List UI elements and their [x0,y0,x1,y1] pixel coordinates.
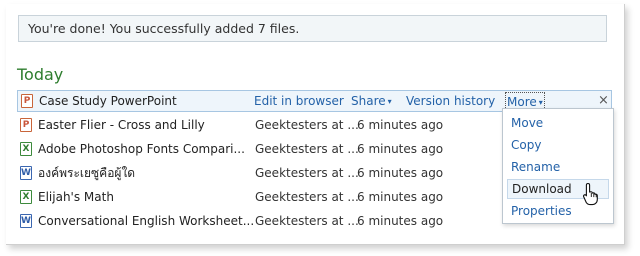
file-name[interactable]: Adobe Photoshop Fonts Compari... [38,138,245,160]
share-label: Share [351,94,386,108]
file-modified-time: 6 minutes ago [357,166,444,180]
excel-file-icon: X [20,142,32,156]
version-history-link[interactable]: Version history [406,91,495,111]
chevron-down-icon: ▾ [538,98,543,107]
menu-item-rename[interactable]: Rename [507,157,609,177]
skydrive-upload-window: You're done! You successfully added 7 fi… [6,4,625,245]
file-name[interactable]: องค์พระเยซูคือผู้ใด [38,162,135,184]
word-file-icon: W [20,166,32,180]
file-owner: Geektesters at ... [255,190,359,204]
file-modified-time: 6 minutes ago [357,214,444,228]
notification-message: You're done! You successfully added 7 fi… [28,21,300,36]
file-name[interactable]: Conversational English Worksheet... [38,210,254,232]
file-name[interactable]: Elijah's Math [38,186,114,208]
chevron-down-icon: ▾ [387,97,392,106]
word-file-icon: W [20,214,32,228]
file-modified-time: 6 minutes ago [357,118,444,132]
menu-item-move[interactable]: Move [507,113,609,133]
more-dropdown-menu: Move Copy Rename Download Properties [502,108,614,224]
file-owner: Geektesters at ... [255,118,359,132]
file-modified-time: 6 minutes ago [357,142,444,156]
file-owner: Geektesters at ... [255,142,359,156]
hand-cursor-icon [582,182,598,206]
powerpoint-file-icon: P [21,94,33,108]
menu-item-copy[interactable]: Copy [507,135,609,155]
more-label: More [507,95,537,109]
edit-in-browser-link[interactable]: Edit in browser [254,91,344,111]
file-modified-time: 6 minutes ago [357,190,444,204]
file-owner: Geektesters at ... [255,214,359,228]
excel-file-icon: X [20,190,32,204]
file-owner: Geektesters at ... [255,166,359,180]
file-name[interactable]: Case Study PowerPoint [39,91,177,111]
share-menu-button[interactable]: Share ▾ [351,91,392,112]
file-name[interactable]: Easter Flier - Cross and Lilly [38,114,205,136]
upload-success-notification: You're done! You successfully added 7 fi… [18,15,607,42]
section-heading-today: Today [17,65,64,84]
powerpoint-file-icon: P [20,118,32,132]
